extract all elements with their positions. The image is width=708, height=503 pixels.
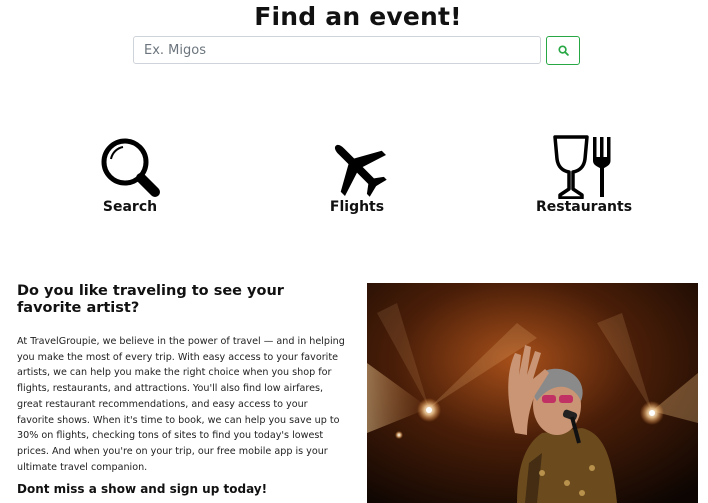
about-heading: Do you like traveling to see your favori… xyxy=(17,283,284,316)
feature-restaurants-label: Restaurants xyxy=(535,199,633,215)
feature-search-label: Search xyxy=(102,199,158,215)
feature-restaurants[interactable]: Restaurants xyxy=(514,135,654,215)
search-icon xyxy=(557,45,569,56)
concert-photo xyxy=(367,283,698,503)
signup-cta: Dont miss a show and sign up today! xyxy=(17,482,268,497)
page-title: Find an event! xyxy=(254,2,462,31)
search-input[interactable] xyxy=(133,36,541,64)
about-body: At TravelGroupie, we believe in the powe… xyxy=(17,336,345,473)
concert-image xyxy=(367,283,698,503)
airplane-icon xyxy=(334,144,387,197)
search-button[interactable] xyxy=(546,36,580,65)
feature-flights-label: Flights xyxy=(329,199,385,215)
feature-flights[interactable]: Flights xyxy=(287,135,427,215)
cutlery-icon xyxy=(553,135,611,199)
magnifier-icon xyxy=(101,138,160,197)
about-section: Do you like traveling to see your favori… xyxy=(17,283,347,496)
feature-search[interactable]: Search xyxy=(60,135,200,215)
